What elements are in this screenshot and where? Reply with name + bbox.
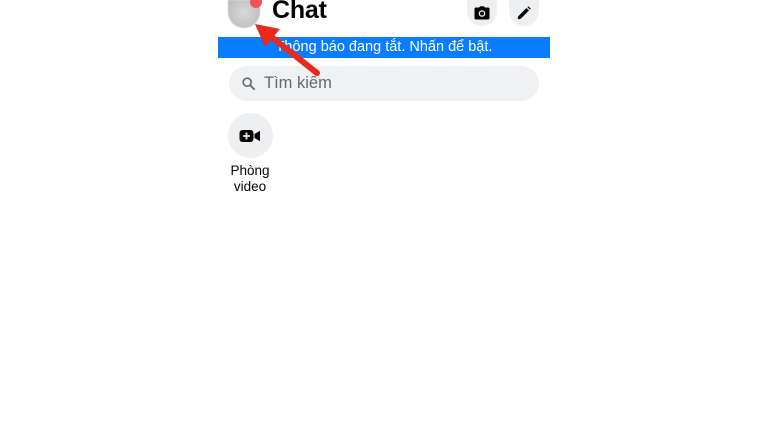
camera-icon <box>474 6 490 20</box>
search-input[interactable] <box>264 66 524 101</box>
search-bar[interactable] <box>229 66 539 101</box>
screenshot-canvas: Chat Thông báo đang tắt. Nhấn để bật. Tì… <box>0 0 768 432</box>
compose-button[interactable] <box>509 0 539 26</box>
notification-badge <box>250 0 262 8</box>
notification-banner[interactable]: Thông báo đang tắt. Nhấn để bật. <box>218 37 550 58</box>
video-add-icon <box>239 129 260 142</box>
search-icon <box>242 77 255 90</box>
video-room-shortcut[interactable]: Phòng video <box>224 113 276 195</box>
page-title: Chat <box>272 0 327 24</box>
video-room-button[interactable] <box>227 113 273 158</box>
video-room-label: Phòng video <box>230 163 270 194</box>
pencil-icon <box>517 6 531 20</box>
messenger-screen: Chat Thông báo đang tắt. Nhấn để bật. Tì… <box>218 0 550 432</box>
camera-button[interactable] <box>467 0 497 26</box>
